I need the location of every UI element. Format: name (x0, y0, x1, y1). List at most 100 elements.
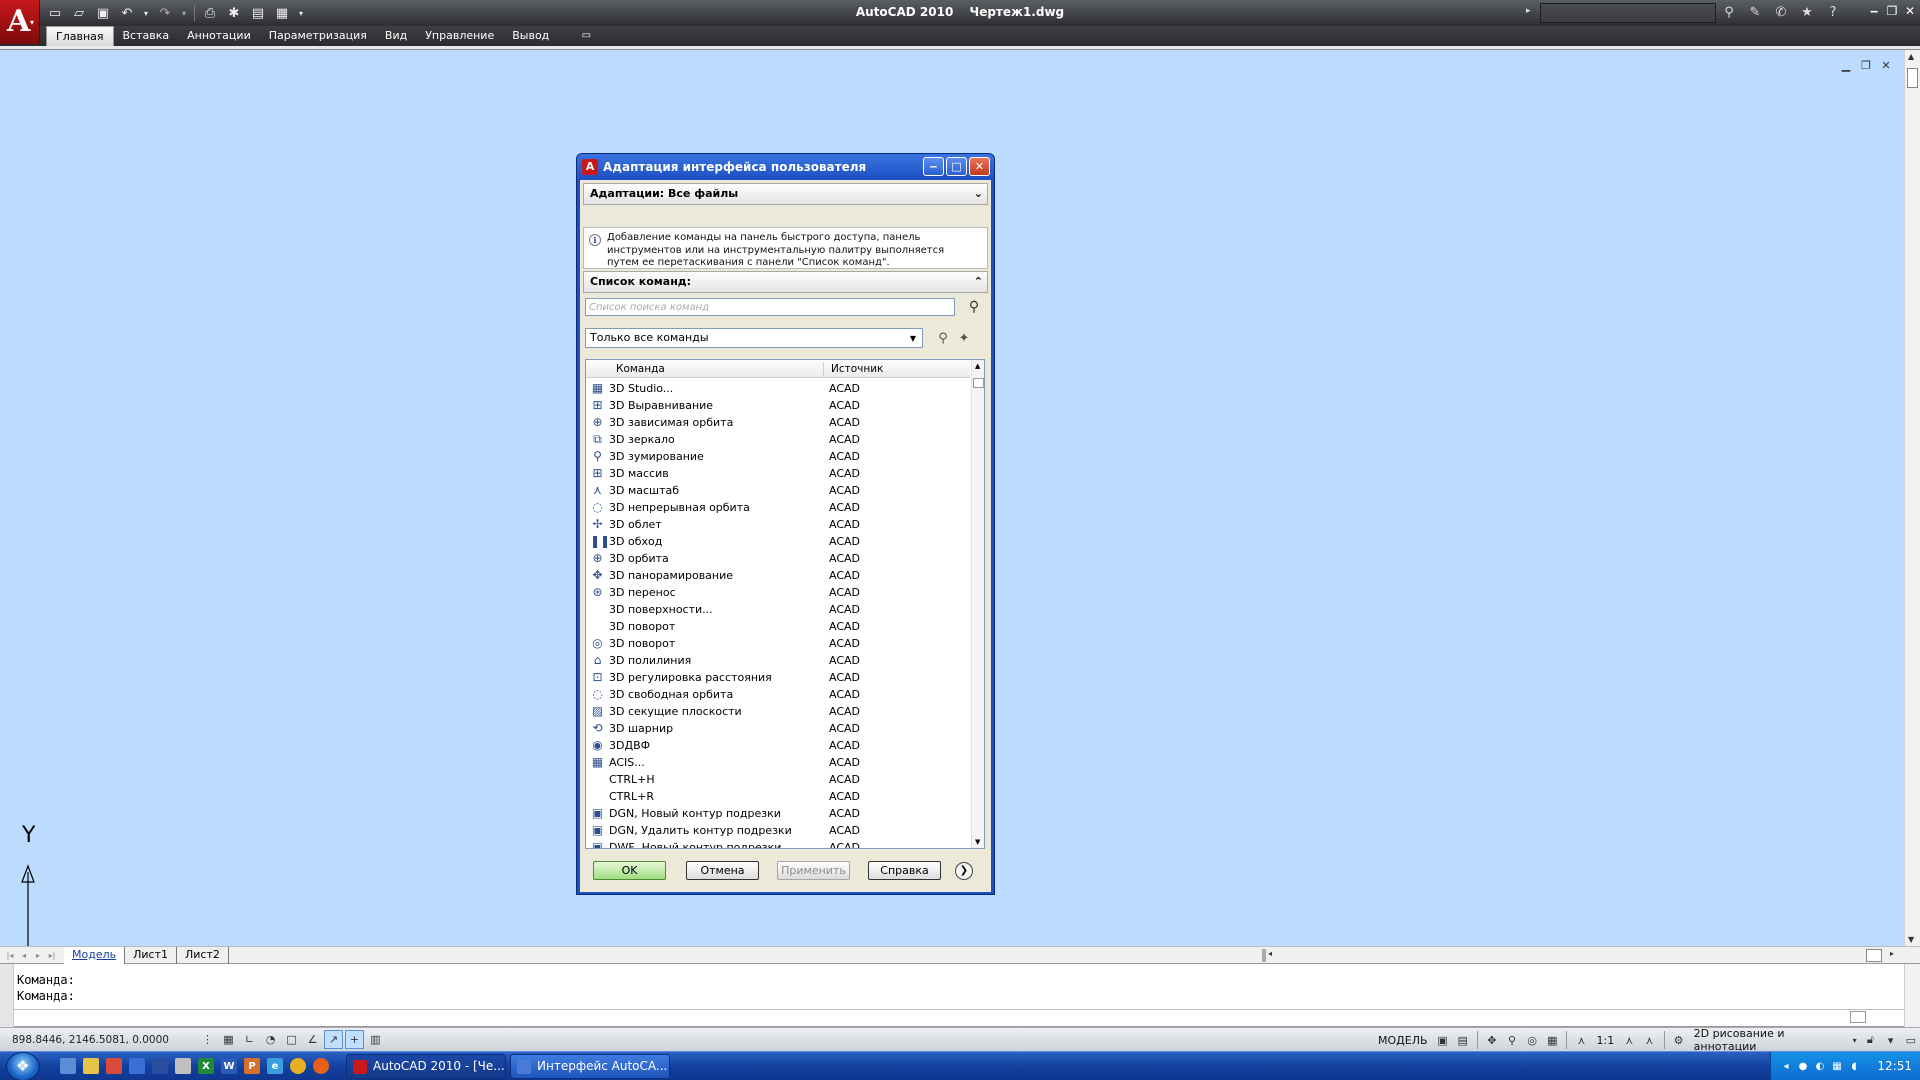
dialog-minimize-icon[interactable]: ‒ (923, 157, 944, 176)
ribbon-tab-home[interactable]: Главная (46, 26, 114, 46)
coordinates-readout[interactable]: 898.8446, 2146.5081, 0.0000 (12, 1034, 169, 1046)
scroll-down-icon[interactable]: ▼ (1908, 935, 1914, 944)
double-chevron-up-icon[interactable]: ⌃ (974, 272, 983, 292)
print-icon[interactable]: ⎙ (201, 4, 219, 22)
tray-app-icon[interactable]: ◐ (1813, 1059, 1827, 1073)
list-item[interactable]: ⊞ 3D Выравнивание ACAD (586, 397, 970, 414)
ok-button[interactable]: OK (593, 861, 666, 880)
chrome-icon[interactable] (290, 1058, 306, 1074)
scroll-thumb[interactable] (973, 378, 984, 388)
command-filter-dropdown[interactable]: Только все команды ▼ (585, 328, 923, 348)
folder-icon[interactable] (83, 1058, 99, 1074)
ribbon-tab-manage[interactable]: Управление (416, 26, 503, 45)
lineweight-icon[interactable]: ▥ (366, 1030, 385, 1049)
create-command-icon[interactable]: ✦ (955, 329, 973, 347)
cancel-button[interactable]: Отмена (686, 861, 759, 880)
annotation-scale-value[interactable]: 1:1 (1593, 1034, 1619, 1047)
tray-app-icon[interactable]: ● (1796, 1059, 1810, 1073)
dynamic-input-icon[interactable]: + (345, 1030, 364, 1049)
scroll-thumb[interactable] (1866, 949, 1882, 962)
list-item[interactable]: ⊡ 3D регулировка расстояния ACAD (586, 669, 970, 686)
toolbar-lock-icon[interactable]: 🔓︎ (1861, 1031, 1879, 1050)
prev-layout-icon[interactable]: ◂ (18, 949, 30, 962)
close-icon[interactable]: ✕ (1902, 3, 1918, 19)
list-item[interactable]: ◉ 3DДВФ ACAD (586, 737, 970, 754)
network-icon[interactable]: ▦ (1830, 1059, 1844, 1073)
list-item[interactable]: ❚❚ 3D обход ACAD (586, 533, 970, 550)
list-item[interactable]: ⟲ 3D шарнир ACAD (586, 720, 970, 737)
scroll-left-icon[interactable]: ◂ (1268, 949, 1272, 958)
task-autocad[interactable]: AutoCAD 2010 - [Че... (346, 1054, 506, 1079)
favorites-star-icon[interactable]: ★ (1798, 3, 1816, 21)
dialog-maximize-icon[interactable]: □ (946, 157, 967, 176)
ribbon-minimize-icon[interactable]: ▭ (578, 26, 594, 45)
last-layout-icon[interactable]: ▸| (46, 949, 58, 962)
save-icon[interactable]: ▣ (94, 4, 112, 22)
restore-icon[interactable]: ❐ (1884, 3, 1900, 19)
workspace-gear-icon[interactable]: ⚙ (1669, 1031, 1687, 1050)
annotation-scale-icon[interactable]: ⋏ (1572, 1031, 1590, 1050)
grid-display-icon[interactable]: ▦ (219, 1030, 238, 1049)
layout-tab-sheet2[interactable]: Лист2 (177, 947, 229, 964)
list-item[interactable]: ◌ 3D непрерывная орбита ACAD (586, 499, 970, 516)
doc-restore-icon[interactable]: ❐ (1858, 58, 1874, 72)
adaptations-panel-header[interactable]: Адаптации: Все файлы ⌄ (583, 183, 988, 205)
app-icon[interactable] (152, 1058, 168, 1074)
list-item[interactable]: ⌂ 3D полилиния ACAD (586, 652, 970, 669)
list-item[interactable]: ▦ 3D Studio... ACAD (586, 380, 970, 397)
doc-minimize-icon[interactable]: ▁ (1838, 58, 1854, 72)
column-header-command[interactable]: Команда (616, 363, 665, 375)
list-item[interactable]: ✢ 3D облет ACAD (586, 516, 970, 533)
layout-tab-model[interactable]: Модель (64, 947, 126, 964)
drawing-vertical-scrollbar[interactable]: ▲ ▼ (1904, 50, 1920, 946)
list-item[interactable]: ◎ 3D поворот ACAD (586, 635, 970, 652)
help-button[interactable]: Справка (868, 861, 941, 880)
list-item[interactable]: 3D поворот ACAD (586, 618, 970, 635)
annotation-visibility-icon[interactable]: ⋏ (1620, 1031, 1638, 1050)
plot-preview-icon[interactable]: ▦ (273, 4, 291, 22)
ribbon-tab-annotate[interactable]: Аннотации (178, 26, 260, 45)
list-item[interactable]: ▣ DWF, Новый контур подрезки ACAD (586, 839, 970, 848)
list-item[interactable]: ⋏ 3D масштаб ACAD (586, 482, 970, 499)
status-menu-icon[interactable]: ▾ (1882, 1031, 1900, 1050)
taskbar-clock[interactable]: 12:51 (1877, 1059, 1912, 1073)
redo-dropdown-icon[interactable]: ▾ (180, 4, 188, 22)
apply-button[interactable]: Применить (777, 861, 850, 880)
scroll-thumb[interactable] (1850, 1011, 1866, 1023)
object-snap-icon[interactable]: □ (282, 1030, 301, 1049)
zoom-icon[interactable]: ⚲ (1503, 1031, 1521, 1050)
search-icon[interactable]: ⚲ (965, 298, 983, 316)
publish-icon[interactable]: ✱ (225, 4, 243, 22)
powerpoint-icon[interactable]: P (244, 1058, 260, 1074)
new-file-icon[interactable]: ▭ (46, 4, 64, 22)
minimize-icon[interactable]: ‒ (1866, 3, 1882, 19)
firefox-icon[interactable] (313, 1058, 329, 1074)
list-item[interactable]: ▣ DGN, Удалить контур подрезки ACAD (586, 822, 970, 839)
snap-mode-icon[interactable]: ⋮ (198, 1030, 217, 1049)
list-item[interactable]: ⊞ 3D массив ACAD (586, 465, 970, 482)
command-horizontal-scrollbar[interactable] (1834, 1010, 1904, 1024)
polar-tracking-icon[interactable]: ◔ (261, 1030, 280, 1049)
scroll-down-icon[interactable]: ▼ (975, 838, 980, 846)
list-item[interactable]: CTRL+H ACAD (586, 771, 970, 788)
excel-icon[interactable]: X (198, 1058, 214, 1074)
drawing-horizontal-scrollbar[interactable]: ◂ ▸ (1262, 949, 1902, 962)
list-item[interactable]: ⚲ 3D зумирование ACAD (586, 448, 970, 465)
ribbon-tab-insert[interactable]: Вставка (114, 26, 179, 45)
undo-dropdown-icon[interactable]: ▾ (142, 4, 150, 22)
ribbon-tab-output[interactable]: Вывод (503, 26, 558, 45)
pan-icon[interactable]: ✥ (1483, 1031, 1501, 1050)
open-folder-icon[interactable]: ▱ (70, 4, 88, 22)
list-item[interactable]: ⊕ 3D зависимая орбита ACAD (586, 414, 970, 431)
redo-icon[interactable]: ↷ (156, 4, 174, 22)
ribbon-tab-view[interactable]: Вид (376, 26, 416, 45)
list-item[interactable]: ◌ 3D свободная орбита ACAD (586, 686, 970, 703)
list-item[interactable]: ▣ DGN, Новый контур подрезки ACAD (586, 805, 970, 822)
command-list-scrollbar[interactable]: ▲ ▼ (971, 360, 984, 848)
app-icon[interactable] (106, 1058, 122, 1074)
doc-close-icon[interactable]: ✕ (1878, 58, 1894, 72)
sheet-set-icon[interactable]: ▤ (249, 4, 267, 22)
command-input[interactable] (14, 1009, 1904, 1026)
ortho-mode-icon[interactable]: ∟ (240, 1030, 259, 1049)
list-item[interactable]: 3D поверхности... ACAD (586, 601, 970, 618)
